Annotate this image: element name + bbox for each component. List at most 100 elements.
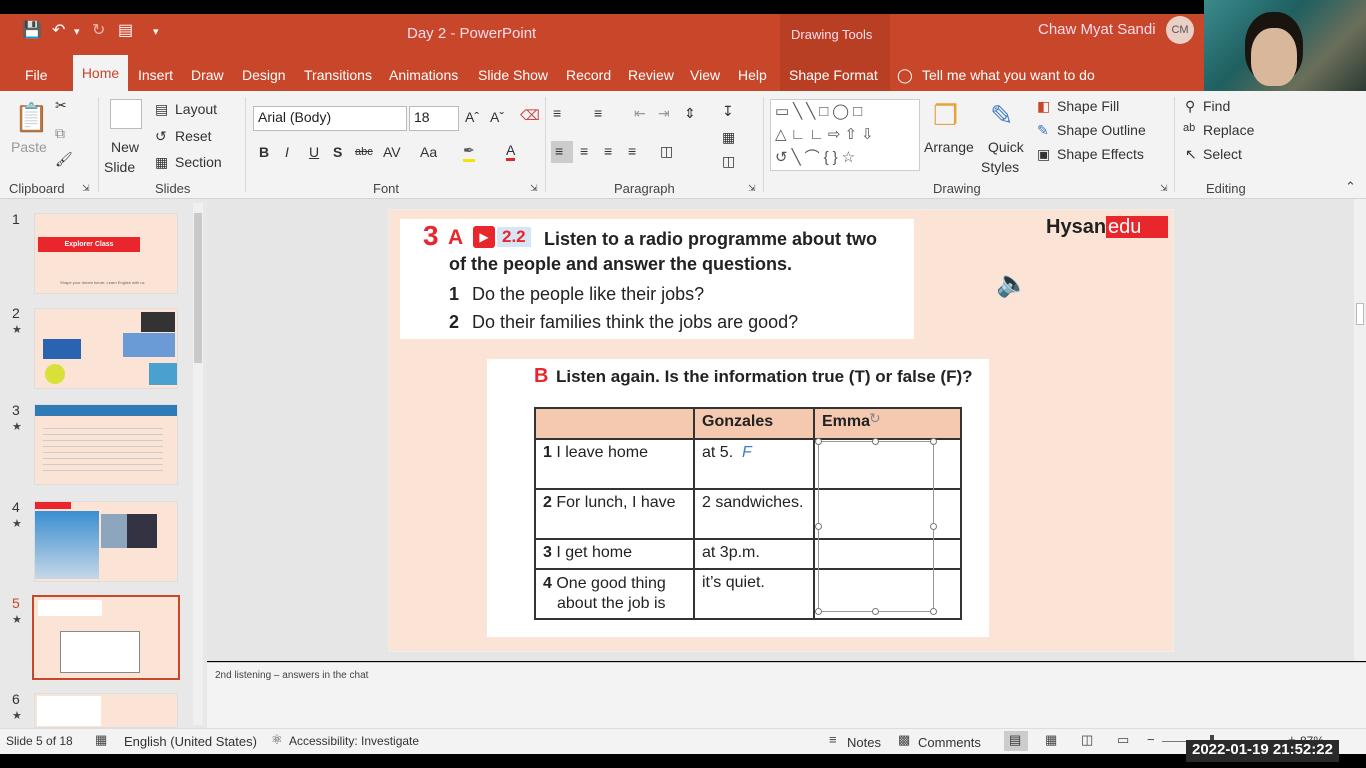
resize-handle[interactable] — [872, 608, 879, 615]
undo-dropdown-icon[interactable]: ▾ — [74, 25, 80, 38]
comments-button[interactable]: Comments — [918, 735, 981, 750]
speaker-notes[interactable]: 2nd listening – answers in the chat — [215, 670, 368, 681]
select-button[interactable]: Select — [1203, 146, 1242, 162]
resize-handle[interactable] — [815, 608, 822, 615]
paste-icon[interactable]: 📋 — [14, 101, 49, 134]
notes-pane[interactable]: 2nd listening – answers in the chat — [207, 662, 1366, 728]
find-icon[interactable]: ⚲ — [1185, 98, 1195, 115]
reset-button[interactable]: Reset — [175, 128, 212, 144]
resize-handle[interactable] — [872, 438, 879, 445]
resize-handle[interactable] — [815, 523, 822, 530]
decrease-indent-icon[interactable]: ⇤ — [634, 105, 646, 122]
tell-me-search[interactable]: Tell me what you want to do — [922, 67, 1095, 83]
tab-design[interactable]: Design — [242, 67, 286, 83]
accessibility-icon[interactable]: ⚛ — [271, 732, 283, 748]
justify-icon[interactable]: ≡ — [628, 143, 636, 159]
slide-thumbnail-6[interactable] — [34, 693, 178, 728]
tab-animations[interactable]: Animations — [389, 67, 458, 83]
main-vertical-scrollbar[interactable] — [1354, 199, 1366, 661]
text-direction-icon[interactable]: ↧ — [722, 103, 734, 120]
language-status[interactable]: English (United States) — [124, 734, 257, 749]
tab-shape-format[interactable]: Shape Format — [789, 67, 878, 83]
replace-icon[interactable]: ab — [1183, 122, 1195, 134]
present-icon[interactable]: ▤ — [118, 20, 133, 40]
italic-button[interactable]: I — [285, 144, 289, 160]
slide-thumbnail-3[interactable] — [34, 404, 178, 485]
line-spacing-icon[interactable]: ⇕ — [684, 105, 696, 122]
tab-file[interactable]: File — [25, 67, 48, 83]
collapse-ribbon-icon[interactable]: ⌃ — [1345, 179, 1356, 195]
character-spacing-button[interactable]: AV — [383, 144, 401, 160]
slide-thumbnail-2[interactable] — [34, 308, 178, 389]
shape-outline-button[interactable]: Shape Outline — [1057, 122, 1146, 138]
new-slide-button[interactable]: New — [111, 139, 139, 155]
text-shadow-button[interactable]: S — [333, 144, 342, 160]
format-painter-icon[interactable]: 🖌 — [55, 151, 73, 168]
audio-speaker-icon[interactable]: 🔈 — [996, 268, 1028, 299]
highlight-color-icon[interactable]: ✒ — [463, 142, 475, 162]
reading-view-icon[interactable]: ◫ — [1081, 732, 1093, 748]
layout-button[interactable]: Layout — [175, 101, 217, 117]
underline-button[interactable]: U — [309, 144, 319, 160]
play-audio-icon[interactable]: ▶ — [473, 226, 495, 248]
grow-font-button[interactable]: Aˆ — [465, 109, 479, 125]
bullets-icon[interactable]: ≡ — [553, 105, 561, 121]
new-slide-icon[interactable] — [110, 99, 142, 129]
gonzales-answer[interactable]: at 3p.m. — [693, 538, 815, 570]
paragraph-launcher-icon[interactable]: ⇲ — [748, 183, 756, 194]
section-button[interactable]: Section — [175, 154, 222, 170]
tab-insert[interactable]: Insert — [138, 67, 173, 83]
accessibility-status[interactable]: Accessibility: Investigate — [289, 734, 419, 748]
gonzales-answer[interactable]: 2 sandwiches. — [693, 488, 815, 540]
quick-styles-icon[interactable]: ✎ — [990, 99, 1013, 132]
resize-handle[interactable] — [930, 523, 937, 530]
shape-effects-button[interactable]: Shape Effects — [1057, 146, 1144, 162]
increase-indent-icon[interactable]: ⇥ — [658, 105, 670, 122]
quick-styles-button[interactable]: Quick — [988, 139, 1024, 155]
clipboard-launcher-icon[interactable]: ⇲ — [82, 183, 90, 194]
zoom-out-icon[interactable]: − — [1147, 732, 1155, 747]
find-button[interactable]: Find — [1203, 98, 1230, 114]
slide-thumbnail-pane[interactable]: 1 Explorer Class Shape your dream future… — [0, 199, 207, 728]
save-icon[interactable]: 💾 — [22, 20, 42, 40]
font-family-select[interactable]: Arial (Body) — [253, 106, 407, 131]
clear-formatting-icon[interactable]: ⌫ — [520, 107, 540, 124]
arrange-icon[interactable]: ❐ — [933, 99, 958, 132]
resize-handle[interactable] — [815, 438, 822, 445]
redo-icon[interactable]: ↻ — [92, 20, 105, 40]
rotate-handle-icon[interactable]: ↻ — [869, 410, 881, 427]
resize-handle[interactable] — [930, 438, 937, 445]
shape-outline-icon[interactable]: ✎ — [1037, 122, 1049, 139]
align-center-icon[interactable]: ≡ — [580, 143, 588, 159]
resize-handle[interactable] — [930, 608, 937, 615]
shape-effects-icon[interactable]: ▣ — [1037, 146, 1050, 163]
shapes-gallery[interactable]: ▭╲╲□◯□ △∟∟⇨⇧⇩ ↺╲⌒{}☆ — [770, 99, 920, 171]
font-color-button[interactable]: A — [506, 142, 516, 161]
spelling-icon[interactable]: ▦ — [95, 732, 107, 748]
shape-fill-button[interactable]: Shape Fill — [1057, 98, 1119, 114]
slide-thumbnail-1[interactable]: Explorer Class Shape your dream future: … — [34, 213, 178, 294]
change-case-button[interactable]: Aa — [420, 144, 437, 160]
copy-icon[interactable]: ⧉ — [55, 125, 65, 142]
tab-slide-show[interactable]: Slide Show — [478, 67, 548, 83]
align-text-icon[interactable]: ▦ — [722, 129, 735, 146]
bold-button[interactable]: B — [259, 144, 269, 160]
layout-icon[interactable]: ▤ — [155, 101, 168, 118]
shape-fill-icon[interactable]: ◧ — [1037, 98, 1050, 115]
undo-icon[interactable]: ↶ — [52, 20, 65, 40]
section-icon[interactable]: ▦ — [155, 154, 168, 171]
slide-thumbnail-5-selected[interactable] — [32, 595, 180, 680]
shrink-font-button[interactable]: Aˇ — [490, 109, 504, 125]
gonzales-answer[interactable]: it’s quiet. — [693, 568, 815, 620]
smartart-icon[interactable]: ◫ — [722, 153, 735, 170]
arrange-button[interactable]: Arrange — [924, 139, 974, 155]
reset-icon[interactable]: ↺ — [155, 128, 167, 145]
thumbnail-scroll-thumb[interactable] — [194, 213, 202, 363]
align-right-icon[interactable]: ≡ — [604, 143, 612, 159]
drawing-launcher-icon[interactable]: ⇲ — [1160, 183, 1168, 194]
select-icon[interactable]: ↖ — [1185, 146, 1197, 163]
user-name[interactable]: Chaw Myat Sandi — [1038, 21, 1156, 38]
strikethrough-button[interactable]: abc — [355, 146, 373, 158]
tab-review[interactable]: Review — [628, 67, 674, 83]
main-scroll-thumb[interactable] — [1356, 303, 1364, 325]
